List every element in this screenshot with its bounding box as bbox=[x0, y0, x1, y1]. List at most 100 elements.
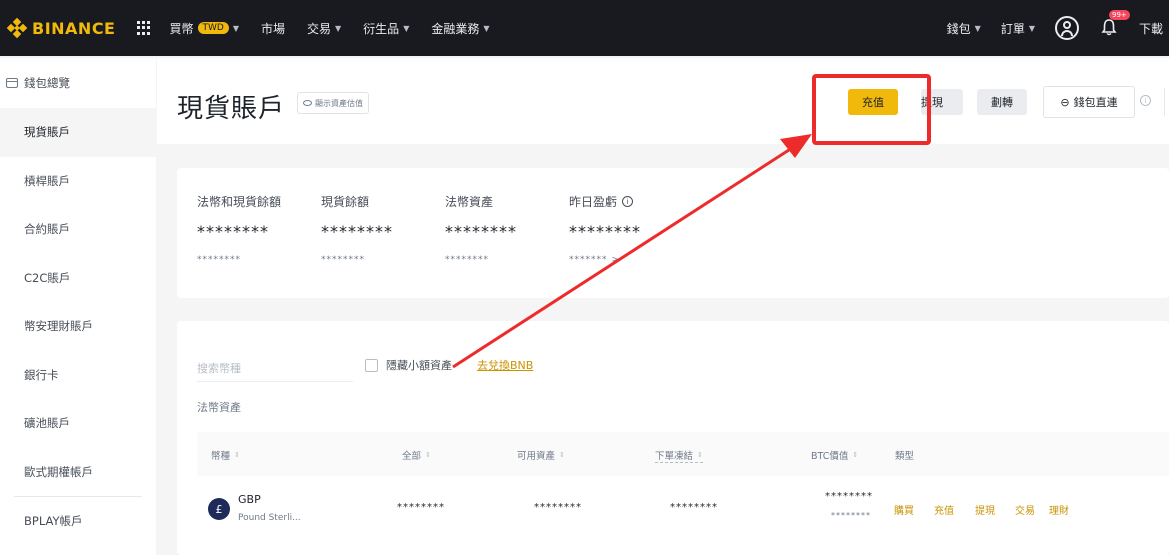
action-earn[interactable]: 理財 bbox=[1049, 502, 1069, 517]
transfer-button[interactable]: 劃轉 bbox=[977, 89, 1027, 115]
withdraw-button[interactable]: 提現 bbox=[921, 89, 963, 115]
nav-markets[interactable]: 市場 bbox=[261, 20, 285, 37]
chevron-down-icon: ▼ bbox=[335, 23, 342, 33]
sidebar-item-label: 礦池賬戶 bbox=[24, 416, 70, 431]
nav-finance[interactable]: 金融業務 ▼ bbox=[431, 20, 489, 37]
balance-sub-value: ******** bbox=[445, 255, 489, 265]
show-balance-toggle[interactable]: 顯示資產估值 bbox=[297, 92, 369, 114]
nav-buy-crypto[interactable]: 買幣 TWD ▼ bbox=[169, 20, 239, 37]
action-deposit[interactable]: 充值 bbox=[934, 502, 954, 517]
eye-icon bbox=[303, 100, 312, 106]
btc-sub-value: ******** bbox=[831, 511, 871, 520]
sidebar-item-c2c-account[interactable]: C2C賬戶 bbox=[0, 254, 156, 303]
convert-bnb-link[interactable]: 去兌換BNB bbox=[477, 357, 533, 373]
nav-trade[interactable]: 交易 ▼ bbox=[307, 20, 341, 37]
column-label: 全部 bbox=[402, 451, 422, 462]
coin-name: Pound Sterli... bbox=[238, 513, 301, 523]
column-type: 類型 bbox=[895, 448, 914, 462]
sidebar-item-label: 錢包總覽 bbox=[24, 76, 70, 90]
notification-count-badge: 99+ bbox=[1108, 9, 1130, 20]
balance-value: ******** bbox=[197, 222, 269, 241]
balance-fiat-and-spot: 法幣和現貨餘額 ******** ******** bbox=[197, 193, 281, 265]
download-link[interactable]: 下載 bbox=[1139, 20, 1163, 37]
wallet-icon bbox=[6, 78, 18, 88]
info-icon[interactable]: i bbox=[622, 196, 634, 207]
sidebar-item-pool-account[interactable]: 礦池賬戶 bbox=[0, 399, 156, 448]
wallet-direct-button[interactable]: ⊖ 錢包直連 bbox=[1043, 86, 1135, 118]
sidebar-item-bplay-account[interactable]: BPLAY帳戶 bbox=[0, 497, 156, 546]
in-order-value: ******** bbox=[670, 502, 718, 513]
sidebar-item-label: 幣安理財賬戶 bbox=[24, 319, 93, 334]
chevron-down-icon: ▼ bbox=[974, 23, 981, 33]
hide-small-assets-toggle[interactable]: 隱藏小額資產 bbox=[365, 357, 452, 373]
deposit-button[interactable]: 充值 bbox=[848, 89, 898, 115]
nav-buy-crypto-label: 買幣 bbox=[169, 21, 194, 36]
balance-label: 法幣和現貨餘額 bbox=[197, 195, 282, 209]
show-balance-label: 顯示資產估值 bbox=[315, 98, 363, 108]
chevron-down-icon: ▼ bbox=[483, 23, 490, 33]
action-withdraw[interactable]: 提現 bbox=[975, 502, 995, 517]
balance-value: ******** bbox=[569, 222, 641, 241]
sidebar-item-futures-account[interactable]: 合約賬戶 bbox=[0, 205, 156, 254]
action-trade[interactable]: 交易 bbox=[1015, 502, 1035, 517]
coin-search-input[interactable]: 搜索幣種 bbox=[197, 354, 353, 382]
nav-trade-label: 交易 bbox=[307, 21, 332, 36]
column-label: 下單凍結 bbox=[655, 451, 694, 462]
sidebar-item-spot-account[interactable]: 現貨賬戶 bbox=[0, 108, 156, 157]
balance-yesterday-pnl[interactable]: 昨日盈虧 i ******** ******* > bbox=[569, 193, 641, 265]
header-divider bbox=[1164, 88, 1165, 116]
nav-derivatives[interactable]: 衍生品 ▼ bbox=[363, 20, 409, 37]
column-in-order[interactable]: 下單凍結 ⇕ bbox=[655, 448, 703, 463]
binance-logo[interactable]: BINANCE bbox=[6, 17, 116, 39]
currency-badge: TWD bbox=[197, 22, 229, 34]
balance-value: ******** bbox=[445, 222, 517, 241]
sidebar-item-bank-card[interactable]: 銀行卡 bbox=[0, 351, 156, 400]
sidebar-item-wallet-overview[interactable]: 錢包總覽 bbox=[0, 58, 156, 108]
chevron-down-icon: ▼ bbox=[403, 23, 410, 33]
sidebar-item-label: 銀行卡 bbox=[24, 367, 59, 382]
sidebar-item-label: BPLAY帳戶 bbox=[24, 514, 83, 529]
notifications-button[interactable]: 99+ bbox=[1101, 9, 1130, 39]
app-grid-icon[interactable] bbox=[137, 21, 151, 35]
nav-markets-label: 市場 bbox=[260, 21, 285, 36]
page-header: 現貨賬戶 顯示資產估值 充值 提現 劃轉 ⊖ 錢包直連 i bbox=[157, 58, 1169, 144]
table-header: 幣種 ⇕ 全部 ⇕ 可用資產 ⇕ 下單凍結 ⇕ BTC價值 ⇕ 類型 bbox=[197, 432, 1169, 476]
nav-derivatives-label: 衍生品 bbox=[363, 21, 400, 36]
btc-value: ******** bbox=[825, 491, 873, 502]
coin-symbol: GBP bbox=[238, 493, 261, 506]
balance-sub-value: ******** bbox=[321, 255, 365, 265]
nav-orders-label: 訂單 bbox=[1000, 21, 1025, 36]
sort-icon: ⇕ bbox=[697, 451, 703, 459]
sort-icon: ⇕ bbox=[425, 451, 431, 459]
hide-small-assets-label: 隱藏小額資產 bbox=[386, 359, 452, 372]
user-profile-icon[interactable] bbox=[1054, 16, 1079, 40]
balance-label: 昨日盈虧 i bbox=[569, 193, 641, 210]
balance-summary-card: 法幣和現貨餘額 ******** ******** 現貨餘額 ******** … bbox=[177, 168, 1169, 298]
sort-icon: ⇕ bbox=[234, 451, 240, 459]
page-title: 現貨賬戶 bbox=[177, 94, 286, 124]
balance-label: 現貨餘額 bbox=[321, 195, 370, 209]
table-row: £ GBP Pound Sterli... ******** ******** … bbox=[197, 479, 1169, 539]
nav-orders[interactable]: 訂單 ▼ bbox=[1001, 20, 1035, 37]
column-label: 可用資產 bbox=[517, 451, 556, 462]
sidebar-item-margin-account[interactable]: 槓桿賬戶 bbox=[0, 157, 156, 206]
nav-wallet[interactable]: 錢包 ▼ bbox=[947, 20, 981, 37]
column-total[interactable]: 全部 ⇕ bbox=[402, 448, 431, 462]
balance-label-text: 昨日盈虧 bbox=[569, 195, 618, 209]
sidebar-item-earn-account[interactable]: 幣安理財賬戶 bbox=[0, 302, 156, 351]
column-label: 類型 bbox=[895, 451, 915, 462]
column-available[interactable]: 可用資產 ⇕ bbox=[517, 448, 565, 462]
balance-fiat: 法幣資產 ******** ******** bbox=[445, 193, 517, 265]
sort-icon: ⇕ bbox=[852, 451, 859, 459]
hide-small-assets-checkbox[interactable] bbox=[365, 358, 378, 372]
action-buy[interactable]: 購買 bbox=[894, 502, 914, 517]
info-icon[interactable]: i bbox=[1140, 95, 1151, 106]
fiat-assets-heading: 法幣資產 bbox=[197, 401, 241, 414]
sidebar-item-label: 槓桿賬戶 bbox=[24, 173, 70, 188]
nav-finance-label: 金融業務 bbox=[431, 21, 480, 36]
column-label: BTC價值 bbox=[811, 451, 849, 462]
sidebar-item-options-account[interactable]: 歐式期權帳戶 bbox=[0, 448, 156, 497]
column-coin[interactable]: 幣種 ⇕ bbox=[211, 448, 240, 462]
brand-name: BINANCE bbox=[32, 18, 116, 38]
column-btc-value[interactable]: BTC價值 ⇕ bbox=[811, 448, 858, 462]
